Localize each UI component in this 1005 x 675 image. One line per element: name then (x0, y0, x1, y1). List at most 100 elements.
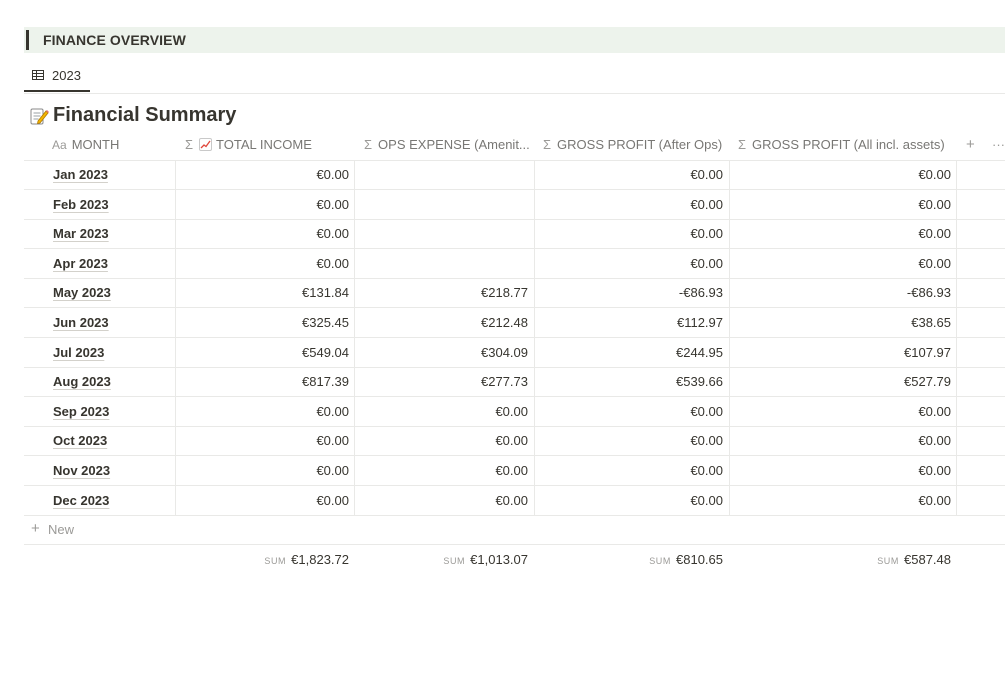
cell-gross-profit-after-ops[interactable]: €539.66 (676, 367, 723, 396)
table-row[interactable]: Jun 2023 €325.45 €212.48 €112.97 €38.65 (24, 308, 1005, 338)
cell-ops-expense[interactable]: €218.77 (481, 278, 528, 307)
table-row[interactable]: Oct 2023 €0.00 €0.00 €0.00 €0.00 (24, 426, 1005, 457)
cell-gross-profit-after-ops[interactable]: €0.00 (690, 397, 723, 426)
tab-2023[interactable]: 2023 (24, 61, 90, 92)
cell-total-income[interactable]: €131.84 (302, 278, 349, 307)
table-row[interactable]: Jul 2023 €549.04 €304.09 €244.95 €107.97 (24, 338, 1005, 368)
cell-gross-profit-all[interactable]: €0.00 (918, 426, 951, 455)
cell-gross-profit-after-ops[interactable]: €0.00 (690, 456, 723, 485)
cell-gross-profit-after-ops[interactable]: €0.00 (690, 486, 723, 515)
cell-month[interactable]: Jun 2023 (53, 308, 109, 337)
cell-month[interactable]: Aug 2023 (53, 367, 111, 396)
cell-total-income[interactable]: €0.00 (316, 219, 349, 248)
column-header-total-income[interactable]: Σ TOTAL INCOME (185, 132, 353, 160)
tab-label: 2023 (52, 68, 81, 83)
banner-title: FINANCE OVERVIEW (43, 32, 186, 48)
cell-month[interactable]: Jan 2023 (53, 160, 108, 189)
cell-month[interactable]: Nov 2023 (53, 456, 110, 485)
sum-value: €587.48 (904, 552, 951, 567)
cell-gross-profit-all[interactable]: €0.00 (918, 190, 951, 219)
sigma-icon: Σ (738, 137, 747, 152)
cell-gross-profit-all[interactable]: €107.97 (904, 338, 951, 367)
cell-gross-profit-all[interactable]: €0.00 (918, 397, 951, 426)
cell-ops-expense[interactable]: €212.48 (481, 308, 528, 337)
add-property-button[interactable]: + (966, 132, 975, 160)
table-icon (32, 70, 44, 80)
cell-gross-profit-all[interactable]: €0.00 (918, 219, 951, 248)
table-row[interactable]: Aug 2023 €817.39 €277.73 €539.66 €527.79 (24, 367, 1005, 398)
cell-total-income[interactable]: €0.00 (316, 249, 349, 278)
table-row[interactable]: May 2023 €131.84 €218.77 -€86.93 -€86.93 (24, 278, 1005, 309)
sum-total-income[interactable]: SUM €1,823.72 (264, 552, 349, 567)
cell-ops-expense[interactable]: €0.00 (495, 426, 528, 455)
cell-month[interactable]: Jul 2023 (53, 338, 104, 367)
sum-gross-profit-all[interactable]: SUM €587.48 (877, 552, 951, 567)
cell-gross-profit-all[interactable]: -€86.93 (907, 278, 951, 307)
cell-total-income[interactable]: €549.04 (302, 338, 349, 367)
sum-gross-profit-after-ops[interactable]: SUM €810.65 (649, 552, 723, 567)
cell-month[interactable]: Dec 2023 (53, 486, 109, 515)
column-label: MONTH (71, 137, 120, 152)
sum-label: SUM (443, 556, 466, 566)
cell-gross-profit-all[interactable]: €0.00 (918, 249, 951, 278)
banner-accent-bar (26, 30, 29, 50)
cell-month[interactable]: Apr 2023 (53, 249, 108, 278)
cell-gross-profit-after-ops[interactable]: -€86.93 (679, 278, 723, 307)
cell-gross-profit-after-ops[interactable]: €0.00 (690, 219, 723, 248)
table-row[interactable]: Dec 2023 €0.00 €0.00 €0.00 €0.00 (24, 486, 1005, 516)
cell-gross-profit-all[interactable]: €0.00 (918, 456, 951, 485)
cell-gross-profit-after-ops[interactable]: €112.97 (677, 308, 723, 337)
cell-month[interactable]: May 2023 (53, 278, 111, 307)
cell-gross-profit-all[interactable]: €38.65 (911, 308, 951, 337)
cell-total-income[interactable]: €0.00 (316, 426, 349, 455)
sum-value: €810.65 (676, 552, 723, 567)
cell-total-income[interactable]: €0.00 (316, 160, 349, 189)
column-label: TOTAL INCOME (216, 137, 312, 152)
column-label: GROSS PROFIT (After Ops) (557, 137, 723, 152)
cell-total-income[interactable]: €325.45 (302, 308, 349, 337)
sum-value: €1,823.72 (291, 552, 349, 567)
plus-icon: + (31, 520, 40, 537)
column-header-gross-profit-after-ops[interactable]: Σ GROSS PROFIT (After Ops) (543, 132, 731, 160)
cell-total-income[interactable]: €0.00 (316, 190, 349, 219)
table-row[interactable]: Sep 2023 €0.00 €0.00 €0.00 €0.00 (24, 397, 1005, 427)
cell-gross-profit-after-ops[interactable]: €244.95 (676, 338, 723, 367)
column-header-month[interactable]: Aa MONTH (52, 132, 172, 160)
cell-total-income[interactable]: €0.00 (316, 486, 349, 515)
column-header-ops-expense[interactable]: Σ OPS EXPENSE (Amenit... (364, 132, 534, 160)
view-tabs: 2023 (24, 61, 1005, 94)
cell-month[interactable]: Sep 2023 (53, 397, 109, 426)
cell-gross-profit-after-ops[interactable]: €0.00 (690, 249, 723, 278)
cell-gross-profit-after-ops[interactable]: €0.00 (690, 426, 723, 455)
memo-pencil-icon (30, 108, 49, 125)
more-options-button[interactable]: ··· (992, 132, 1005, 160)
cell-ops-expense[interactable]: €277.73 (481, 367, 528, 396)
new-row-button[interactable]: + New (24, 515, 1005, 545)
table-header: Aa MONTH Σ TOTAL INCOME Σ OPS EXPENSE (Ame… (24, 132, 1005, 161)
cell-gross-profit-all[interactable]: €0.00 (918, 486, 951, 515)
table-row[interactable]: Feb 2023 €0.00 €0.00 €0.00 (24, 190, 1005, 220)
table-row[interactable]: Nov 2023 €0.00 €0.00 €0.00 €0.00 (24, 456, 1005, 486)
cell-total-income[interactable]: €817.39 (302, 367, 349, 396)
cell-ops-expense[interactable]: €304.09 (481, 338, 528, 367)
cell-month[interactable]: Mar 2023 (53, 219, 109, 248)
cell-ops-expense[interactable]: €0.00 (495, 397, 528, 426)
cell-gross-profit-after-ops[interactable]: €0.00 (690, 160, 723, 189)
cell-total-income[interactable]: €0.00 (316, 456, 349, 485)
cell-ops-expense[interactable]: €0.00 (495, 486, 528, 515)
column-header-gross-profit-all[interactable]: Σ GROSS PROFIT (All incl. assets) (738, 132, 958, 160)
cell-month[interactable]: Oct 2023 (53, 426, 107, 455)
cell-gross-profit-all[interactable]: €527.79 (904, 367, 951, 396)
cell-gross-profit-all[interactable]: €0.00 (918, 160, 951, 189)
cell-gross-profit-after-ops[interactable]: €0.00 (690, 190, 723, 219)
sum-value: €1,013.07 (470, 552, 528, 567)
cell-total-income[interactable]: €0.00 (316, 397, 349, 426)
table-row[interactable]: Mar 2023 €0.00 €0.00 €0.00 (24, 219, 1005, 250)
sum-label: SUM (649, 556, 671, 566)
cell-ops-expense[interactable]: €0.00 (495, 456, 528, 485)
table-row[interactable]: Jan 2023 €0.00 €0.00 €0.00 (24, 160, 1005, 190)
table-row[interactable]: Apr 2023 €0.00 €0.00 €0.00 (24, 249, 1005, 279)
chart-increasing-icon (199, 138, 213, 151)
sum-ops-expense[interactable]: SUM €1,013.07 (443, 552, 528, 567)
cell-month[interactable]: Feb 2023 (53, 190, 109, 219)
